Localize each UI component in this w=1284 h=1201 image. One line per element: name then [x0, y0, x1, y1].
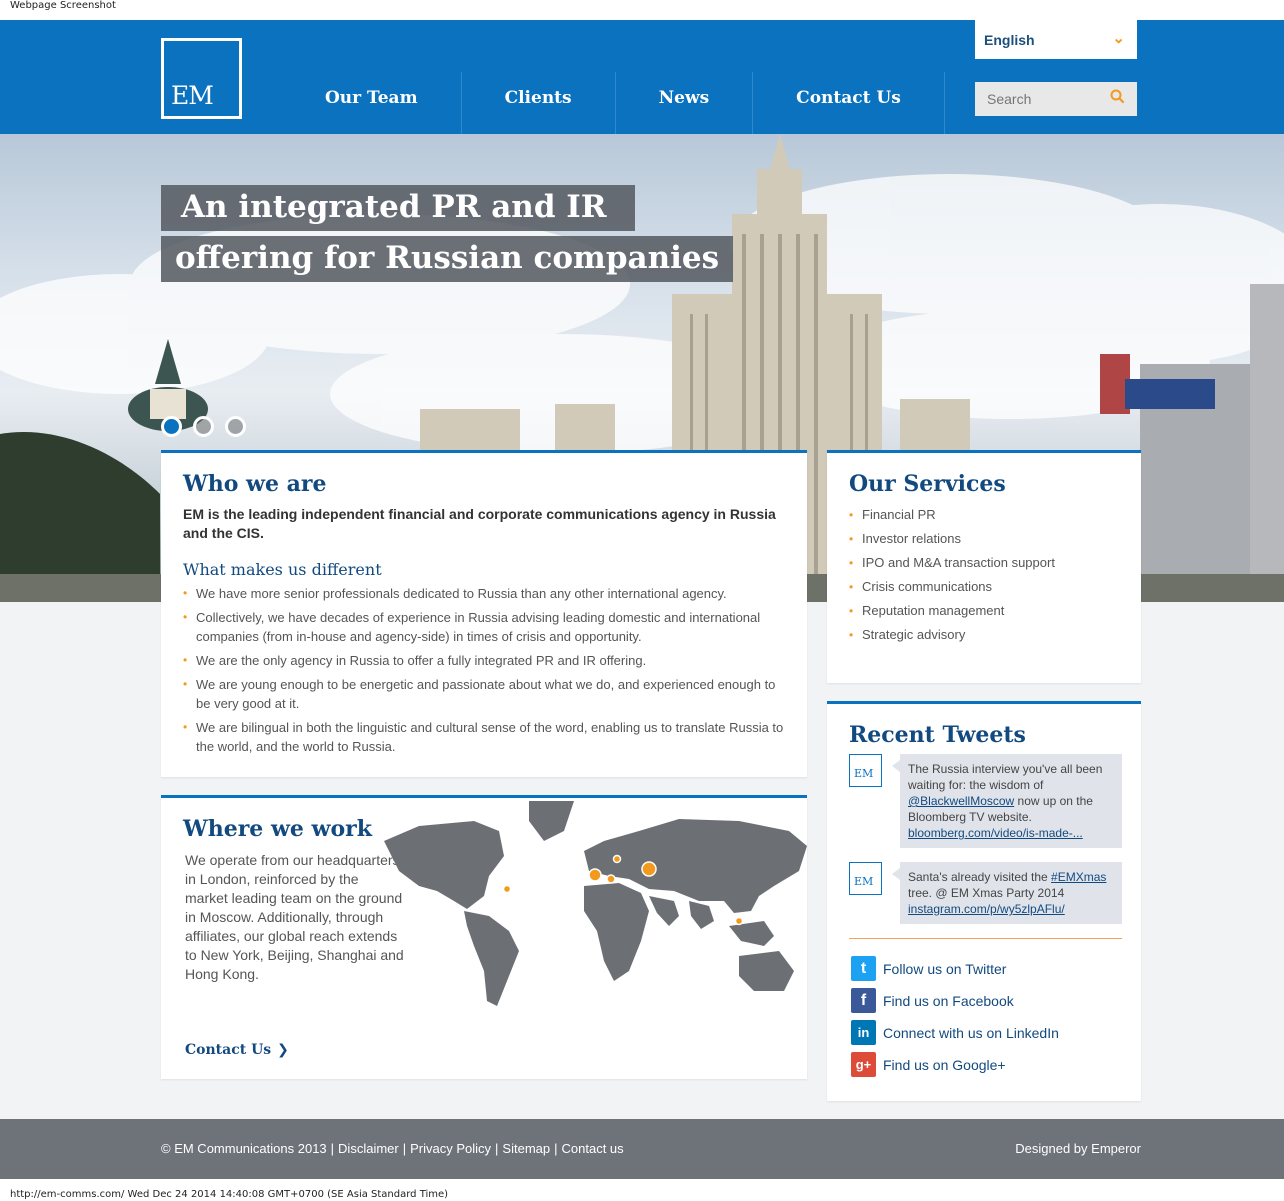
- list-item: Reputation management: [849, 599, 1055, 623]
- nav-our-team[interactable]: Our Team: [282, 72, 462, 134]
- site-footer: © EM Communications 2013 | Disclaimer | Priv…: [0, 1119, 1284, 1179]
- list-item: Strategic advisory: [849, 623, 1055, 647]
- hero-title-line-2-box: offering for Russian companies: [161, 236, 734, 282]
- social-link-label: Connect with us on LinkedIn: [883, 1025, 1059, 1041]
- search-icon[interactable]: [1109, 88, 1127, 106]
- logo-text: EM: [171, 81, 214, 110]
- nav-contact-us[interactable]: Contact Us: [753, 72, 945, 134]
- where-we-work-title: Where we work: [183, 816, 372, 842]
- tweet-handle-link[interactable]: @BlackwellMoscow: [908, 794, 1014, 808]
- avatar-text: EM: [854, 875, 874, 888]
- footer-disclaimer-link[interactable]: Disclaimer: [338, 1141, 399, 1156]
- list-item: We have more senior professionals dedica…: [183, 584, 793, 603]
- footer-contact-link[interactable]: Contact us: [562, 1141, 624, 1156]
- em-logo[interactable]: EM: [161, 38, 242, 119]
- footer-links: © EM Communications 2013 | Disclaimer | Priv…: [161, 1141, 624, 1156]
- social-link-label: Find us on Google+: [883, 1057, 1006, 1073]
- tweet-text: Santa's already visited the: [908, 870, 1052, 884]
- list-item: We are young enough to be energetic and …: [183, 675, 793, 713]
- slider-dot-3[interactable]: [225, 416, 246, 437]
- language-select[interactable]: English ⌄: [975, 20, 1137, 59]
- where-we-work-text: We operate from our headquarters in Lond…: [185, 852, 404, 982]
- nav-news[interactable]: News: [616, 72, 754, 134]
- list-item: We are the only agency in Russia to offe…: [183, 651, 793, 670]
- services-list: Financial PR Investor relations IPO and …: [849, 503, 1055, 647]
- social-link-label: Find us on Facebook: [883, 993, 1014, 1009]
- list-item: Financial PR: [849, 503, 1055, 527]
- screenshot-caption: Webpage Screenshot: [10, 0, 116, 11]
- our-services-card: Our Services Financial PR Investor relat…: [827, 450, 1141, 683]
- where-we-work-card: Where we work We operate from our headqu…: [161, 795, 807, 1079]
- find-googleplus-link[interactable]: g+ Find us on Google+: [849, 1052, 1122, 1078]
- avatar: EM: [849, 862, 882, 895]
- chevron-right-icon: ❯: [277, 1042, 289, 1058]
- list-item: We are bilingual in both the linguistic …: [183, 718, 793, 756]
- tweet-bubble: The Russia interview you've all been wai…: [892, 754, 1122, 848]
- hero-title-line-1: An integrated PR and IR: [161, 185, 635, 231]
- list-item: Investor relations: [849, 527, 1055, 551]
- status-text: http://em-comms.com/ Wed Dec 24 2014 14:…: [10, 1189, 449, 1200]
- copyright: © EM Communications 2013: [161, 1141, 327, 1156]
- find-facebook-link[interactable]: f Find us on Facebook: [849, 988, 1122, 1014]
- facebook-icon: f: [851, 988, 876, 1013]
- who-we-are-lead: EM is the leading independent financial …: [183, 506, 776, 541]
- tweet-bubble: Santa's already visited the #EMXmas tree…: [892, 862, 1122, 924]
- footer-privacy-link[interactable]: Privacy Policy: [410, 1141, 491, 1156]
- connect-linkedin-link[interactable]: in Connect with us on LinkedIn: [849, 1020, 1122, 1046]
- avatar-text: EM: [854, 767, 874, 780]
- hero-title-line-1-box: An integrated PR and IR: [161, 185, 635, 231]
- list-item: IPO and M&A transaction support: [849, 551, 1055, 575]
- who-we-are-title: Who we are: [183, 471, 327, 497]
- slider-dots: [161, 416, 246, 437]
- twitter-icon: t: [851, 956, 876, 981]
- list-item: Crisis communications: [849, 575, 1055, 599]
- tweet-url-link[interactable]: instagram.com/p/wy5zlpAFlu/: [908, 902, 1065, 916]
- site-header: EM Our Team Clients News Contact Us Engl…: [0, 20, 1284, 134]
- our-services-title: Our Services: [849, 471, 1006, 497]
- tweet-text: tree. @ EM Xmas Party 2014: [908, 886, 1065, 900]
- list-item: Collectively, we have decades of experie…: [183, 608, 793, 646]
- main-nav: Our Team Clients News Contact Us: [282, 72, 945, 134]
- avatar: EM: [849, 754, 882, 787]
- what-makes-us-different-title: What makes us different: [183, 560, 382, 579]
- nav-clients[interactable]: Clients: [462, 72, 616, 134]
- who-we-are-card: Who we are EM is the leading independent…: [161, 450, 807, 777]
- tweet-hashtag-link[interactable]: #EMXmas: [1051, 870, 1106, 884]
- slider-dot-1[interactable]: [161, 416, 182, 437]
- differentiators-list: We have more senior professionals dedica…: [183, 584, 793, 761]
- search-input[interactable]: [975, 82, 1105, 116]
- tweet-text: The Russia interview you've all been wai…: [908, 762, 1103, 792]
- language-selected: English: [984, 32, 1035, 48]
- follow-twitter-link[interactable]: t Follow us on Twitter: [849, 956, 1122, 982]
- divider: [849, 938, 1122, 939]
- recent-tweets-title: Recent Tweets: [849, 722, 1026, 748]
- chevron-down-icon: ⌄: [1112, 30, 1125, 47]
- tweet-url-link[interactable]: bloomberg.com/video/is-made-...: [908, 826, 1083, 840]
- search-box: [975, 82, 1137, 116]
- recent-tweets-card: Recent Tweets EM The Russia interview yo…: [827, 701, 1141, 1101]
- designer-credit: Designed by Emperor: [1015, 1141, 1141, 1156]
- footer-sitemap-link[interactable]: Sitemap: [502, 1141, 550, 1156]
- browser-status-bar: http://em-comms.com/ Wed Dec 24 2014 14:…: [0, 1179, 1284, 1201]
- slider-dot-2[interactable]: [193, 416, 214, 437]
- contact-us-link[interactable]: Contact Us ❯: [185, 1042, 289, 1058]
- screenshot-caption-bar: Webpage Screenshot: [0, 0, 1284, 20]
- hero-title-line-2: offering for Russian companies: [161, 236, 734, 282]
- world-map-image: [384, 801, 807, 1006]
- linkedin-icon: in: [851, 1020, 876, 1045]
- social-link-label: Follow us on Twitter: [883, 961, 1007, 977]
- contact-us-link-label: Contact Us: [185, 1042, 272, 1058]
- googleplus-icon: g+: [851, 1052, 876, 1077]
